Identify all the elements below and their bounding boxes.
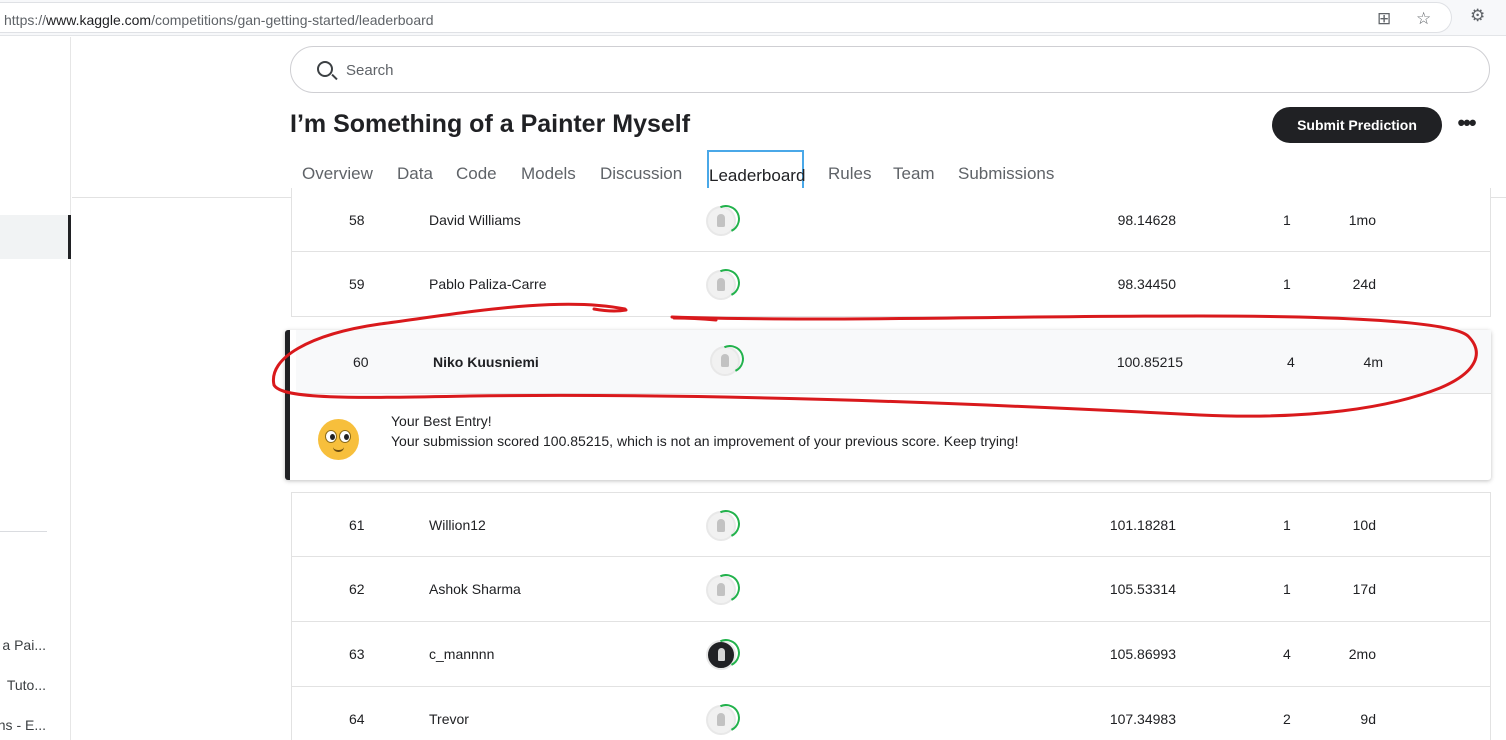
search-bar[interactable]: Search [290, 46, 1490, 93]
url-text: https://www.kaggle.com/competitions/gan-… [4, 12, 434, 28]
best-entry-message: Your submission scored 100.85215, which … [391, 433, 1019, 449]
team-avatar[interactable] [710, 346, 740, 376]
own-entry-card: 60 Niko Kuusniemi 100.85215 4 4m Your Be… [285, 330, 1491, 480]
rank-cell: 64 [349, 711, 365, 727]
tab-submissions[interactable]: Submissions [958, 164, 1054, 184]
favorite-star-icon[interactable]: ☆ [1416, 10, 1431, 28]
tab-rules[interactable]: Rules [828, 164, 871, 184]
entries-cell: 1 [1283, 517, 1291, 533]
score-cell: 105.53314 [1109, 581, 1176, 597]
team-avatar[interactable] [706, 206, 736, 236]
table-row[interactable]: 63 c_mannnn 105.86993 4 2mo [291, 622, 1491, 687]
browser-toolbar: https://www.kaggle.com/competitions/gan-… [0, 0, 1506, 36]
more-options-icon[interactable]: ••• [1454, 111, 1478, 139]
entries-cell: 1 [1283, 581, 1291, 597]
tab-code[interactable]: Code [456, 164, 497, 184]
team-avatar[interactable] [706, 511, 736, 541]
entries-cell: 2 [1283, 711, 1291, 727]
rank-cell: 60 [353, 354, 369, 370]
score-cell: 100.85215 [1116, 354, 1183, 370]
last-submission-cell: 10d [1352, 517, 1376, 533]
tab-models[interactable]: Models [521, 164, 576, 184]
entries-cell: 4 [1287, 354, 1295, 370]
extensions-icon[interactable]: ⚙ [1470, 7, 1485, 25]
left-sidebar: a Pai... Tuto... ns - E... [0, 37, 71, 740]
team-name-cell[interactable]: Ashok Sharma [429, 581, 521, 597]
rank-cell: 59 [349, 276, 365, 292]
score-cell: 98.34450 [1117, 276, 1176, 292]
competition-title: I’m Something of a Painter Myself [290, 110, 691, 138]
score-cell: 101.18281 [1109, 517, 1176, 533]
search-icon [317, 61, 333, 77]
submit-prediction-button[interactable]: Submit Prediction [1272, 107, 1442, 143]
team-name-cell[interactable]: Trevor [429, 711, 469, 727]
last-submission-cell: 1mo [1348, 212, 1376, 228]
tab-discussion[interactable]: Discussion [600, 164, 682, 184]
sidebar-recent-item-1[interactable]: a Pai... [2, 637, 46, 653]
last-submission-cell: 24d [1352, 276, 1376, 292]
score-cell: 98.14628 [1117, 212, 1176, 228]
table-row[interactable]: 59 Pablo Paliza-Carre 98.34450 1 24d [291, 252, 1491, 317]
team-avatar[interactable] [706, 575, 736, 605]
app-available-icon[interactable]: ⊞ [1377, 10, 1391, 28]
rank-cell: 62 [349, 581, 365, 597]
team-avatar[interactable] [706, 705, 736, 735]
best-entry-title: Your Best Entry! [391, 413, 492, 429]
entries-cell: 1 [1283, 212, 1291, 228]
score-cell: 105.86993 [1109, 646, 1176, 662]
tab-overview[interactable]: Overview [302, 164, 373, 184]
entries-cell: 4 [1283, 646, 1291, 662]
team-avatar[interactable] [706, 270, 736, 300]
sidebar-recent-item-2[interactable]: Tuto... [7, 677, 46, 693]
team-avatar[interactable] [706, 640, 736, 670]
sidebar-divider [0, 531, 47, 532]
team-name-cell[interactable]: David Williams [429, 212, 521, 228]
table-row[interactable]: 61 Willion12 101.18281 1 10d [291, 492, 1491, 557]
surprised-face-icon [318, 419, 359, 460]
team-name-cell[interactable]: Willion12 [429, 517, 486, 533]
last-submission-cell: 17d [1352, 581, 1376, 597]
team-name-cell[interactable]: Pablo Paliza-Carre [429, 276, 547, 292]
sidebar-recent-item-3[interactable]: ns - E... [0, 717, 46, 733]
last-submission-cell: 4m [1363, 354, 1383, 370]
search-input[interactable]: Search [346, 62, 394, 79]
table-row[interactable]: 58 David Williams 98.14628 1 1mo [291, 188, 1491, 252]
last-submission-cell: 9d [1360, 711, 1376, 727]
tab-data[interactable]: Data [397, 164, 433, 184]
team-name-cell[interactable]: Niko Kuusniemi [433, 354, 539, 370]
own-entry-row[interactable]: 60 Niko Kuusniemi 100.85215 4 4m [296, 330, 1491, 394]
tab-team[interactable]: Team [893, 164, 935, 184]
sidebar-active-item[interactable] [0, 215, 71, 259]
address-bar[interactable]: https://www.kaggle.com/competitions/gan-… [0, 2, 1452, 33]
last-submission-cell: 2mo [1348, 646, 1376, 662]
rank-cell: 63 [349, 646, 365, 662]
score-cell: 107.34983 [1109, 711, 1176, 727]
team-name-cell[interactable]: c_mannnn [429, 646, 494, 662]
rank-cell: 61 [349, 517, 365, 533]
entries-cell: 1 [1283, 276, 1291, 292]
rank-cell: 58 [349, 212, 365, 228]
table-row[interactable]: 62 Ashok Sharma 105.53314 1 17d [291, 557, 1491, 622]
table-row[interactable]: 64 Trevor 107.34983 2 9d [291, 687, 1491, 740]
